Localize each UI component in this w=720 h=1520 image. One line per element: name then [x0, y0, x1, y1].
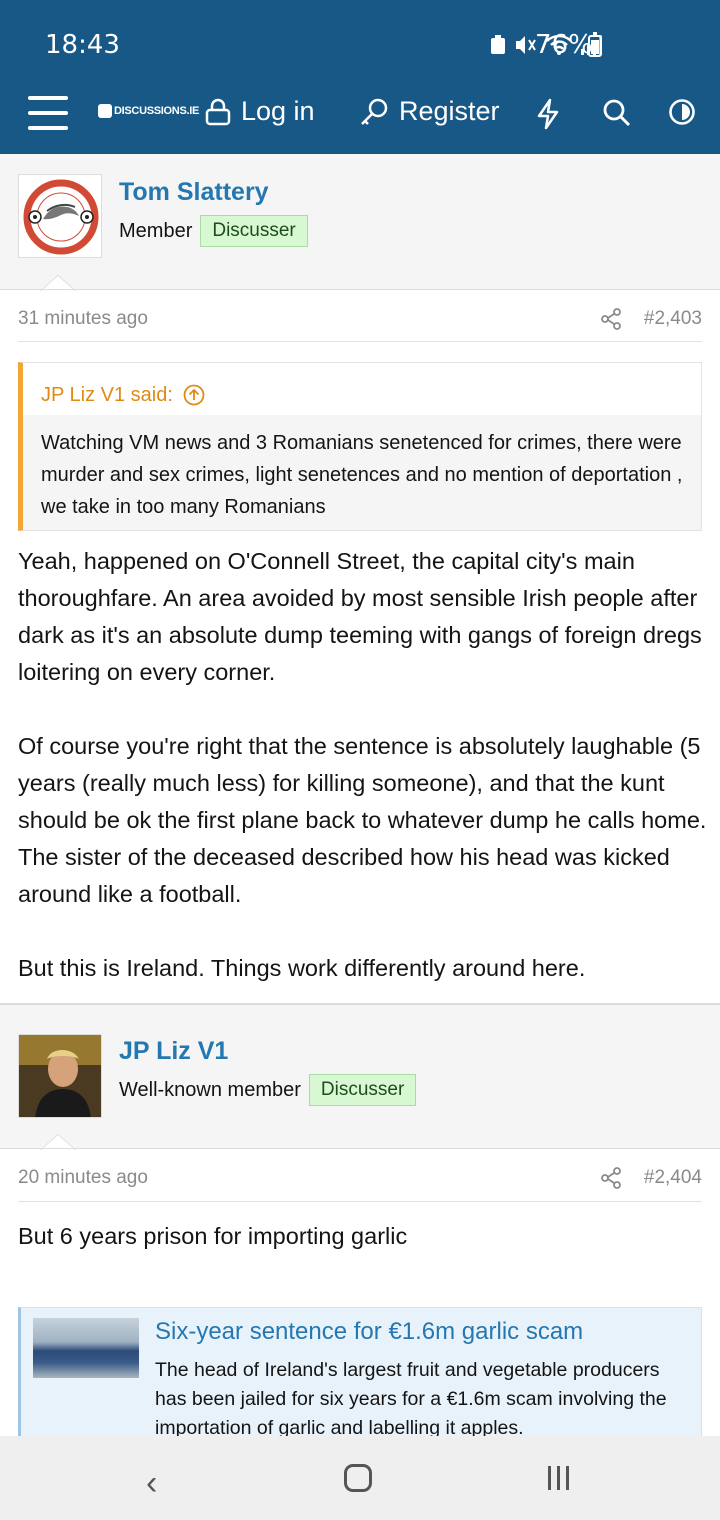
lightning-icon[interactable]: [536, 98, 560, 130]
register-label: Register: [399, 96, 500, 126]
club-crest-icon: [23, 179, 99, 255]
battery-percent: 76%: [535, 30, 593, 60]
battery-icon: [588, 32, 602, 57]
post-paragraph: Yeah, happened on O'Connell Street, the …: [18, 548, 702, 685]
user-role: Member: [119, 219, 193, 242]
divider: [0, 1148, 720, 1149]
menu-icon[interactable]: [28, 96, 68, 130]
post-username[interactable]: JP Liz V1: [119, 1037, 228, 1066]
post-body: Yeah, happened on O'Connell Street, the …: [18, 543, 708, 1024]
post-number[interactable]: #2,404: [644, 1167, 702, 1189]
avatar[interactable]: [18, 1034, 102, 1118]
divider: [0, 289, 720, 290]
system-nav-bar: ‹: [0, 1436, 720, 1520]
post-paragraph: But this is Ireland. Things work differe…: [18, 955, 586, 981]
post-meta: 20 minutes ago #2,404: [18, 1167, 702, 1189]
post-username[interactable]: Tom Slattery: [119, 178, 269, 207]
link-preview-title[interactable]: Six-year sentence for €1.6m garlic scam: [155, 1318, 583, 1346]
recents-icon[interactable]: [548, 1466, 569, 1490]
site-logo-text: DISCUSSIONS.IE: [114, 105, 200, 117]
site-logo[interactable]: DISCUSSIONS.IE: [98, 104, 199, 118]
post-time[interactable]: 20 minutes ago: [18, 1167, 148, 1189]
post-body: But 6 years prison for importing garlic: [18, 1218, 708, 1292]
battery-saver-icon: [491, 35, 505, 54]
post-paragraph: Of course you're right that the sentence…: [18, 733, 707, 907]
quote-header[interactable]: JP Liz V1 said:: [23, 363, 701, 415]
post-author-header: Tom Slattery Member Discusser: [0, 154, 720, 291]
user-photo-icon: [19, 1035, 101, 1117]
jump-up-icon[interactable]: [183, 384, 205, 406]
user-title: Member Discusser: [119, 215, 308, 247]
login-link[interactable]: Log in: [205, 96, 315, 127]
back-icon[interactable]: ‹: [146, 1464, 157, 1503]
post-time[interactable]: 31 minutes ago: [18, 308, 148, 330]
home-icon[interactable]: [344, 1464, 372, 1492]
meta-divider: [18, 341, 702, 342]
link-preview-thumbnail: [33, 1318, 139, 1378]
post-meta: 31 minutes ago #2,403: [18, 308, 702, 330]
user-title: Well-known member Discusser: [119, 1074, 417, 1106]
share-icon[interactable]: [600, 308, 622, 330]
lock-icon: [205, 98, 231, 125]
user-badge: Discusser: [200, 215, 308, 247]
link-preview[interactable]: Six-year sentence for €1.6m garlic scam …: [18, 1307, 702, 1437]
status-time: 18:43: [45, 30, 120, 60]
user-role: Well-known member: [119, 1078, 301, 1101]
key-icon: [361, 98, 388, 125]
link-preview-description: The head of Ireland's largest fruit and …: [155, 1359, 667, 1437]
post-author-header: JP Liz V1 Well-known member Discusser: [0, 1005, 720, 1150]
post-paragraph: But 6 years prison for importing garlic: [18, 1223, 408, 1249]
post-number[interactable]: #2,403: [644, 308, 702, 330]
logo-bubble-icon: [98, 104, 112, 118]
search-icon[interactable]: [602, 98, 632, 128]
quote-block: JP Liz V1 said: Watching VM news and 3 R…: [18, 362, 702, 531]
avatar[interactable]: [18, 174, 102, 258]
user-badge: Discusser: [308, 1074, 417, 1106]
theme-toggle-icon[interactable]: [668, 98, 696, 126]
app-bar: 18:43 76% DISCUSSIONS.IE Log in Register: [0, 0, 720, 154]
share-icon[interactable]: [600, 1167, 622, 1189]
site-nav: DISCUSSIONS.IE Log in Register: [0, 84, 720, 154]
status-bar: 18:43 76%: [0, 0, 720, 84]
meta-divider: [18, 1201, 702, 1202]
quote-text: Watching VM news and 3 Romanians seneten…: [41, 432, 683, 518]
quote-author: JP Liz V1 said:: [41, 383, 173, 406]
register-link[interactable]: Register: [359, 96, 500, 127]
login-label: Log in: [241, 96, 315, 126]
